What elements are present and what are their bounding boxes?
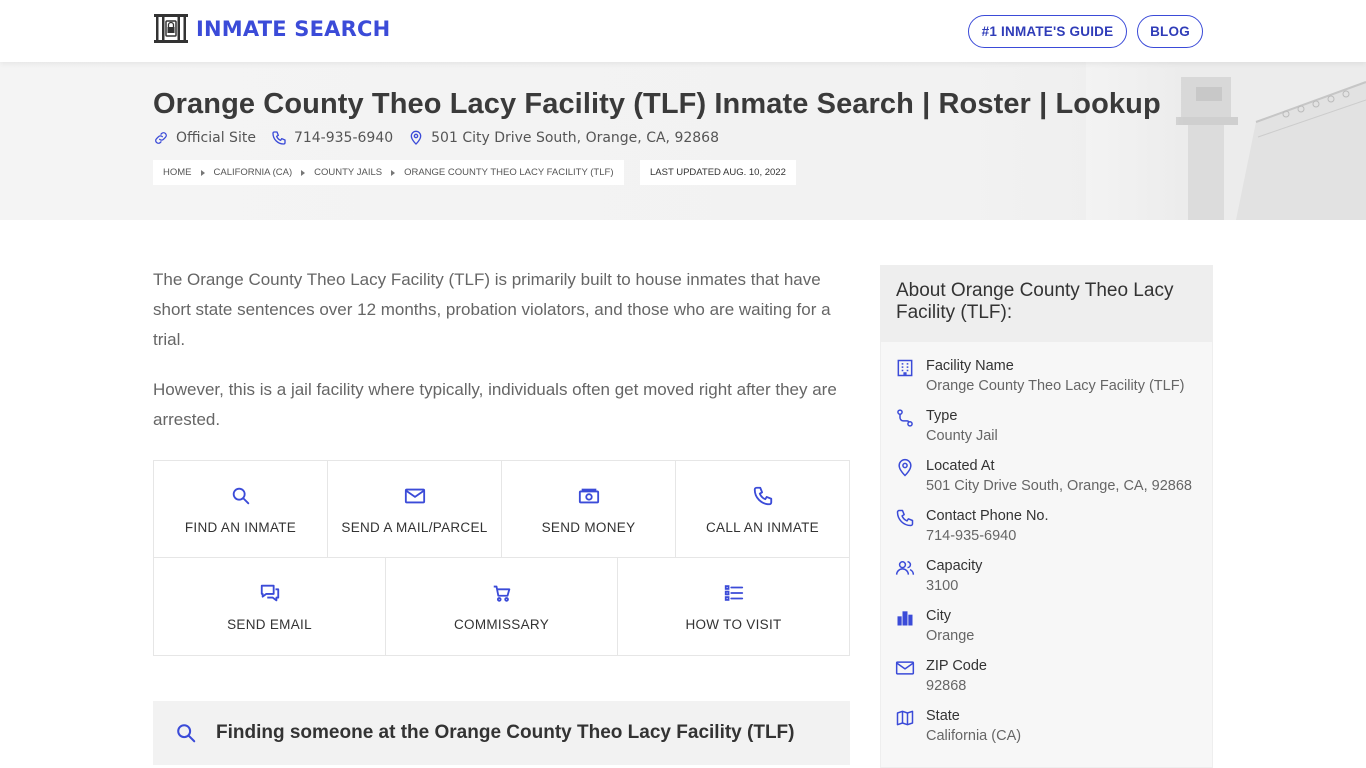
- breadcrumb-home[interactable]: HOME: [163, 167, 192, 178]
- intro-paragraph-1: The Orange County Theo Lacy Facility (TL…: [153, 270, 831, 349]
- about-label: Type: [926, 408, 958, 424]
- official-site-link[interactable]: Official Site: [153, 130, 256, 146]
- address-text: 501 City Drive South, Orange, CA, 92868: [431, 130, 719, 146]
- prison-tower-illustration: [1086, 62, 1366, 220]
- finding-someone-heading: Finding someone at the Orange County The…: [153, 701, 850, 765]
- phone-icon: [896, 509, 914, 527]
- city-icon: [897, 611, 913, 626]
- about-row-state: State California (CA): [895, 706, 1197, 746]
- about-row-located-at: Located At 501 City Drive South, Orange,…: [895, 456, 1197, 496]
- call-an-inmate-tile[interactable]: CALL AN INMATE: [676, 461, 849, 557]
- send-email-label: SEND EMAIL: [227, 617, 312, 632]
- search-icon: [232, 487, 249, 505]
- route-icon: [897, 409, 913, 427]
- breadcrumb-county-jails[interactable]: COUNTY JAILS: [314, 167, 382, 178]
- intro-paragraph-2: However, this is a jail facility where t…: [153, 380, 837, 429]
- jail-bars-icon: [154, 14, 188, 43]
- intro-text: The Orange County Theo Lacy Facility (TL…: [153, 265, 843, 455]
- facility-meta: Official Site 714-935-6940 501 City Driv…: [153, 130, 734, 146]
- commissary-tile[interactable]: COMMISSARY: [386, 558, 618, 655]
- call-an-inmate-label: CALL AN INMATE: [706, 520, 819, 535]
- site-logo[interactable]: INMATE SEARCH: [153, 13, 390, 44]
- breadcrumb-separator-icon: [391, 169, 396, 176]
- about-value: County Jail: [926, 428, 998, 444]
- send-mail-label: SEND A MAIL/PARCEL: [341, 520, 488, 535]
- search-icon: [177, 724, 196, 743]
- about-facility-list: Facility Name Orange County Theo Lacy Fa…: [881, 342, 1212, 746]
- find-an-inmate-label: FIND AN INMATE: [184, 520, 297, 535]
- finding-heading-text: Finding someone at the Orange County The…: [216, 722, 795, 743]
- map-pin-icon: [898, 458, 912, 477]
- nav-blog-button[interactable]: BLOG: [1137, 15, 1203, 48]
- breadcrumb-current: ORANGE COUNTY THEO LACY FACILITY (TLF): [404, 167, 614, 178]
- send-email-tile[interactable]: SEND EMAIL: [154, 558, 386, 655]
- about-facility-card: About Orange County Theo Lacy Facility (…: [880, 265, 1213, 768]
- cart-icon: [493, 585, 510, 602]
- about-label: Capacity: [926, 558, 983, 574]
- mail-icon: [404, 488, 425, 504]
- about-row-zip: ZIP Code 92868: [895, 656, 1197, 696]
- about-value: Orange County Theo Lacy Facility (TLF): [926, 378, 1185, 394]
- action-grid-row-1: FIND AN INMATE SEND A MAIL/PARCEL SEND M…: [153, 460, 850, 558]
- send-money-label: SEND MONEY: [541, 520, 636, 535]
- about-label: City: [926, 608, 951, 624]
- official-site-label: Official Site: [176, 130, 256, 146]
- breadcrumb-separator-icon: [200, 169, 205, 176]
- map-pin-icon: [410, 130, 422, 145]
- link-icon: [155, 132, 167, 144]
- about-value: 501 City Drive South, Orange, CA, 92868: [926, 478, 1192, 494]
- page-title: Orange County Theo Lacy Facility (TLF) I…: [153, 88, 1161, 120]
- map-icon: [896, 710, 914, 726]
- about-label: Contact Phone No.: [926, 508, 1049, 524]
- about-row-type: Type County Jail: [895, 406, 1197, 446]
- top-navbar: INMATE SEARCH #1 INMATE'S GUIDE BLOG: [0, 0, 1366, 62]
- users-icon: [895, 561, 915, 575]
- phone-link[interactable]: 714-935-6940: [271, 130, 393, 146]
- phone-number: 714-935-6940: [293, 130, 394, 146]
- about-label: ZIP Code: [926, 658, 987, 674]
- money-icon: [578, 488, 599, 504]
- about-value: Orange: [926, 628, 975, 644]
- phone-icon: [753, 486, 772, 506]
- address-item: 501 City Drive South, Orange, CA, 92868: [408, 130, 719, 146]
- action-grid-row-2: SEND EMAIL COMMISSARY HOW TO VISIT: [153, 557, 850, 656]
- about-row-city: City Orange: [895, 606, 1197, 646]
- about-label: Facility Name: [926, 358, 1014, 374]
- about-value: California (CA): [926, 728, 1022, 744]
- hero-section: Orange County Theo Lacy Facility (TLF) I…: [0, 62, 1366, 220]
- about-label: State: [926, 708, 960, 724]
- about-value: 92868: [926, 678, 967, 694]
- last-updated-badge: LAST UPDATED AUG. 10, 2022: [640, 160, 796, 185]
- phone-icon: [272, 131, 286, 145]
- about-card-title: About Orange County Theo Lacy Facility (…: [881, 266, 1212, 342]
- breadcrumb: HOME CALIFORNIA (CA) COUNTY JAILS ORANGE…: [153, 160, 624, 185]
- send-mail-tile[interactable]: SEND A MAIL/PARCEL: [328, 461, 502, 557]
- list-icon: [724, 585, 743, 601]
- how-to-visit-tile[interactable]: HOW TO VISIT: [618, 558, 849, 655]
- breadcrumb-california[interactable]: CALIFORNIA (CA): [214, 167, 293, 178]
- mail-icon: [895, 661, 915, 675]
- about-label: Located At: [926, 458, 995, 474]
- about-row-facility-name: Facility Name Orange County Theo Lacy Fa…: [895, 356, 1197, 396]
- about-row-capacity: Capacity 3100: [895, 556, 1197, 596]
- breadcrumb-separator-icon: [301, 169, 306, 176]
- commissary-label: COMMISSARY: [453, 617, 549, 632]
- send-money-tile[interactable]: SEND MONEY: [502, 461, 676, 557]
- how-to-visit-label: HOW TO VISIT: [685, 617, 782, 632]
- logo-text: INMATE SEARCH: [196, 16, 391, 41]
- about-row-phone: Contact Phone No. 714-935-6940: [895, 506, 1197, 546]
- about-value: 3100: [926, 578, 959, 594]
- find-an-inmate-tile[interactable]: FIND AN INMATE: [154, 461, 328, 557]
- about-value: 714-935-6940: [926, 528, 1017, 544]
- building-icon: [897, 359, 913, 377]
- chat-icon: [260, 584, 279, 602]
- nav-inmates-guide-button[interactable]: #1 INMATE'S GUIDE: [968, 15, 1127, 48]
